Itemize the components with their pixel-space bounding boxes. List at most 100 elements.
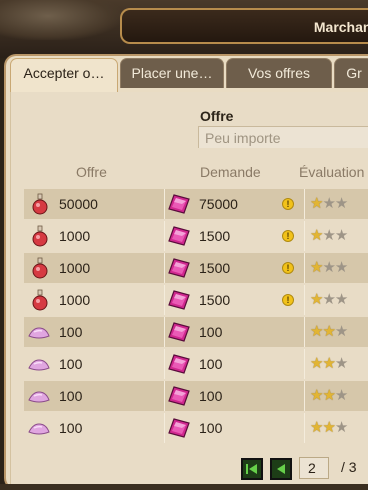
tab-place-offer[interactable]: Placer une… bbox=[120, 58, 224, 88]
rating-stars: ★★★ bbox=[310, 259, 349, 276]
star-filled-icon: ★ bbox=[322, 355, 336, 372]
column-header-demand[interactable]: Demande bbox=[200, 164, 261, 180]
star-empty-icon: ★ bbox=[334, 195, 349, 212]
column-divider bbox=[164, 349, 165, 379]
column-divider bbox=[304, 253, 305, 283]
rating-stars: ★★★ bbox=[310, 355, 348, 372]
table-row[interactable]: 100 100 ★★★ bbox=[24, 349, 368, 379]
tab-more[interactable]: Gr bbox=[334, 58, 368, 88]
star-empty-icon: ★ bbox=[334, 323, 349, 340]
star-empty-icon: ★ bbox=[322, 195, 336, 212]
pink-crystal-icon bbox=[27, 421, 51, 440]
table-row[interactable]: 1000 1500! ★★★ bbox=[24, 221, 368, 251]
tab-your-offers[interactable]: Vos offres bbox=[226, 58, 332, 88]
demand-amount: 100 bbox=[199, 356, 223, 372]
column-divider bbox=[304, 189, 305, 219]
star-empty-icon: ★ bbox=[322, 291, 336, 308]
rating-stars: ★★★ bbox=[310, 323, 349, 340]
warning-icon: ! bbox=[282, 262, 294, 274]
pink-gem-icon bbox=[167, 385, 191, 410]
page-number-input[interactable]: 2 bbox=[299, 457, 329, 479]
pink-gem-icon bbox=[167, 225, 191, 250]
offer-amount: 100 bbox=[59, 324, 83, 340]
page-total: / 3 bbox=[341, 459, 357, 475]
window-title: Marchand bbox=[313, 19, 368, 35]
star-filled-icon: ★ bbox=[322, 323, 336, 340]
star-filled-icon: ★ bbox=[310, 195, 324, 212]
column-divider bbox=[304, 413, 305, 443]
demand-amount: 1500 bbox=[199, 260, 231, 276]
column-divider bbox=[304, 317, 305, 347]
offer-amount: 1000 bbox=[59, 228, 91, 244]
star-empty-icon: ★ bbox=[322, 227, 336, 244]
star-empty-icon: ★ bbox=[334, 291, 349, 308]
demand-amount: 1500 bbox=[199, 228, 231, 244]
table-row[interactable]: 50000 75000! ★★★ bbox=[24, 189, 368, 219]
table-row[interactable]: 1000 1500! ★★★ bbox=[24, 285, 368, 315]
bottom-frame bbox=[0, 484, 368, 490]
pink-gem-icon bbox=[167, 289, 191, 314]
decorative-ornament bbox=[0, 0, 120, 40]
column-header-rating[interactable]: Évaluation bbox=[299, 164, 364, 180]
star-filled-icon: ★ bbox=[310, 227, 324, 244]
tab-bar: Accepter o… Placer une… Vos offres Gr bbox=[6, 58, 368, 93]
warning-icon: ! bbox=[282, 230, 294, 242]
pink-crystal-icon bbox=[27, 325, 51, 344]
pink-crystal-icon bbox=[27, 357, 51, 376]
column-divider bbox=[304, 349, 305, 379]
demand-amount: 100 bbox=[199, 388, 223, 404]
column-divider bbox=[164, 221, 165, 251]
column-header-offer[interactable]: Offre bbox=[76, 164, 107, 180]
offer-filter-dropdown[interactable]: Peu importe bbox=[198, 126, 368, 148]
column-divider bbox=[164, 381, 165, 411]
offer-amount: 50000 bbox=[59, 196, 98, 212]
previous-page-button[interactable] bbox=[270, 458, 292, 480]
pink-crystal-icon bbox=[27, 389, 51, 408]
offer-amount: 100 bbox=[59, 420, 83, 436]
demand-amount: 75000 bbox=[199, 196, 238, 212]
pink-gem-icon bbox=[167, 417, 191, 442]
table-row[interactable]: 1000 1500! ★★★ bbox=[24, 253, 368, 283]
pink-gem-icon bbox=[167, 257, 191, 282]
red-potion-icon bbox=[30, 289, 50, 314]
column-divider bbox=[304, 285, 305, 315]
star-empty-icon: ★ bbox=[334, 227, 349, 244]
star-filled-icon: ★ bbox=[322, 387, 336, 404]
warning-icon: ! bbox=[282, 198, 294, 210]
offer-amount: 100 bbox=[59, 356, 83, 372]
tab-accept-offers[interactable]: Accepter o… bbox=[10, 58, 118, 93]
table-row[interactable]: 100 100 ★★★ bbox=[24, 317, 368, 347]
pink-gem-icon bbox=[167, 353, 191, 378]
offer-amount: 1000 bbox=[59, 292, 91, 308]
first-page-icon bbox=[246, 464, 257, 474]
warning-icon: ! bbox=[282, 294, 294, 306]
red-potion-icon bbox=[30, 193, 50, 218]
column-divider bbox=[164, 285, 165, 315]
pink-gem-icon bbox=[167, 193, 191, 218]
demand-amount: 100 bbox=[199, 420, 223, 436]
previous-page-icon bbox=[277, 464, 285, 474]
red-potion-icon bbox=[30, 257, 50, 282]
star-filled-icon: ★ bbox=[310, 259, 324, 276]
star-empty-icon: ★ bbox=[322, 259, 336, 276]
pink-gem-icon bbox=[167, 321, 191, 346]
rating-stars: ★★★ bbox=[310, 387, 348, 404]
column-divider bbox=[164, 413, 165, 443]
table-row[interactable]: 100 100 ★★★ bbox=[24, 413, 368, 443]
rating-stars: ★★★ bbox=[310, 291, 349, 308]
rating-stars: ★★★ bbox=[310, 195, 349, 212]
star-empty-icon: ★ bbox=[334, 259, 349, 276]
column-divider bbox=[304, 221, 305, 251]
offer-amount: 1000 bbox=[59, 260, 91, 276]
star-empty-icon: ★ bbox=[334, 419, 349, 436]
demand-amount: 100 bbox=[199, 324, 223, 340]
rating-stars: ★★★ bbox=[310, 419, 349, 436]
star-filled-icon: ★ bbox=[322, 419, 336, 436]
red-potion-icon bbox=[30, 225, 50, 250]
first-page-button[interactable] bbox=[241, 458, 263, 480]
table-row[interactable]: 100 100 ★★★ bbox=[24, 381, 368, 411]
column-divider bbox=[304, 381, 305, 411]
filter-label: Offre bbox=[200, 108, 234, 124]
offer-amount: 100 bbox=[59, 388, 83, 404]
window-title-bar: Marchand bbox=[120, 8, 368, 44]
